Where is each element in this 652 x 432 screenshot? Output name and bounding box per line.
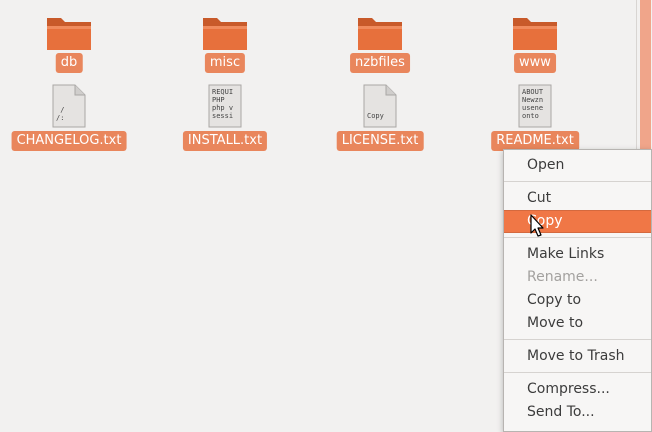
file-preview-text: REQUI PHP php v sessi xyxy=(212,88,234,120)
text-file-icon: REQUI PHP php v sessi xyxy=(208,84,242,128)
menu-item-move-to-trash[interactable]: Move to Trash xyxy=(504,345,651,368)
file-preview-text: Copy xyxy=(367,112,384,120)
menu-item-rename: Rename... xyxy=(527,269,598,285)
mouse-pointer-icon xyxy=(530,214,544,237)
file-label: README.txt xyxy=(491,131,579,151)
file-item-install[interactable]: REQUI PHP php v sessi INSTALL.txt xyxy=(150,0,300,151)
file-preview-text: / /: xyxy=(56,106,65,122)
menu-item-copy[interactable]: Copy xyxy=(504,210,651,233)
menu-separator xyxy=(504,181,651,182)
menu-item-compress[interactable]: Compress... xyxy=(504,378,651,401)
context-menu: Open Cut Copy Make Links Rename... Copy … xyxy=(503,149,652,432)
text-file-icon: Copy xyxy=(363,84,397,128)
menu-item-copy-to[interactable]: Copy to xyxy=(504,289,651,312)
file-item-license[interactable]: Copy LICENSE.txt xyxy=(305,0,455,151)
file-label: LICENSE.txt xyxy=(336,131,424,151)
scrollbar-thumb[interactable] xyxy=(640,0,651,150)
menu-item-send-to[interactable]: Send To... xyxy=(504,401,651,424)
text-file-icon: ABOUT Newzn usene onto xyxy=(518,84,552,128)
file-label: CHANGELOG.txt xyxy=(11,131,127,151)
file-item-readme[interactable]: ABOUT Newzn usene onto README.txt xyxy=(460,0,610,151)
menu-separator xyxy=(504,372,651,373)
menu-item-open[interactable]: Open xyxy=(504,154,651,177)
menu-separator xyxy=(504,237,651,238)
menu-item-cut[interactable]: Cut xyxy=(504,187,651,210)
text-file-icon: / /: xyxy=(52,84,86,128)
file-item-changelog[interactable]: / /: CHANGELOG.txt xyxy=(0,0,144,151)
file-label: INSTALL.txt xyxy=(182,131,268,151)
menu-item-move-to[interactable]: Move to xyxy=(504,312,651,335)
file-preview-text: ABOUT Newzn usene onto xyxy=(522,88,544,120)
menu-separator xyxy=(504,339,651,340)
menu-item-make-links[interactable]: Make Links xyxy=(504,243,651,266)
